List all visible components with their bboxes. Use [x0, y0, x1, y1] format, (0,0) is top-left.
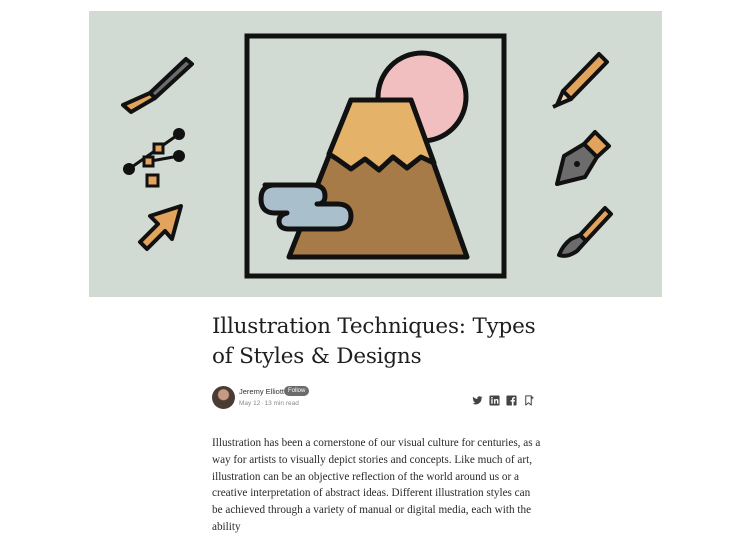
article: Illustration Techniques: Types of Styles…: [212, 312, 542, 536]
article-body: Illustration has been a cornerstone of o…: [212, 435, 542, 536]
article-meta: May 12·13 min read: [239, 400, 299, 407]
facebook-icon[interactable]: [506, 393, 517, 406]
publish-date: May 12: [239, 400, 261, 407]
article-paragraph: Illustration has been a cornerstone of o…: [212, 437, 541, 533]
cursor-arrow-icon: [138, 204, 183, 251]
read-time: 13 min read: [264, 400, 299, 407]
linkedin-icon[interactable]: [489, 393, 500, 406]
paintbrush-icon: [557, 206, 613, 258]
chisel-icon: [121, 57, 194, 114]
twitter-icon[interactable]: [472, 393, 483, 405]
follow-button[interactable]: Follow: [284, 386, 310, 396]
author-name[interactable]: Jeremy Elliott: [239, 387, 284, 396]
byline: Jeremy Elliott Follow May 12·13 min read: [212, 386, 542, 412]
avatar[interactable]: [212, 386, 235, 409]
pencil-icon: [552, 52, 609, 109]
bookmark-icon[interactable]: [523, 393, 534, 406]
vector-nodes-icon: [123, 128, 185, 188]
article-title: Illustration Techniques: Types of Styles…: [212, 314, 536, 369]
share-bar: [472, 393, 534, 406]
mountain-sun-icon: [258, 50, 470, 260]
pen-nib-icon: [555, 130, 611, 186]
hero-illustration: [89, 11, 662, 297]
